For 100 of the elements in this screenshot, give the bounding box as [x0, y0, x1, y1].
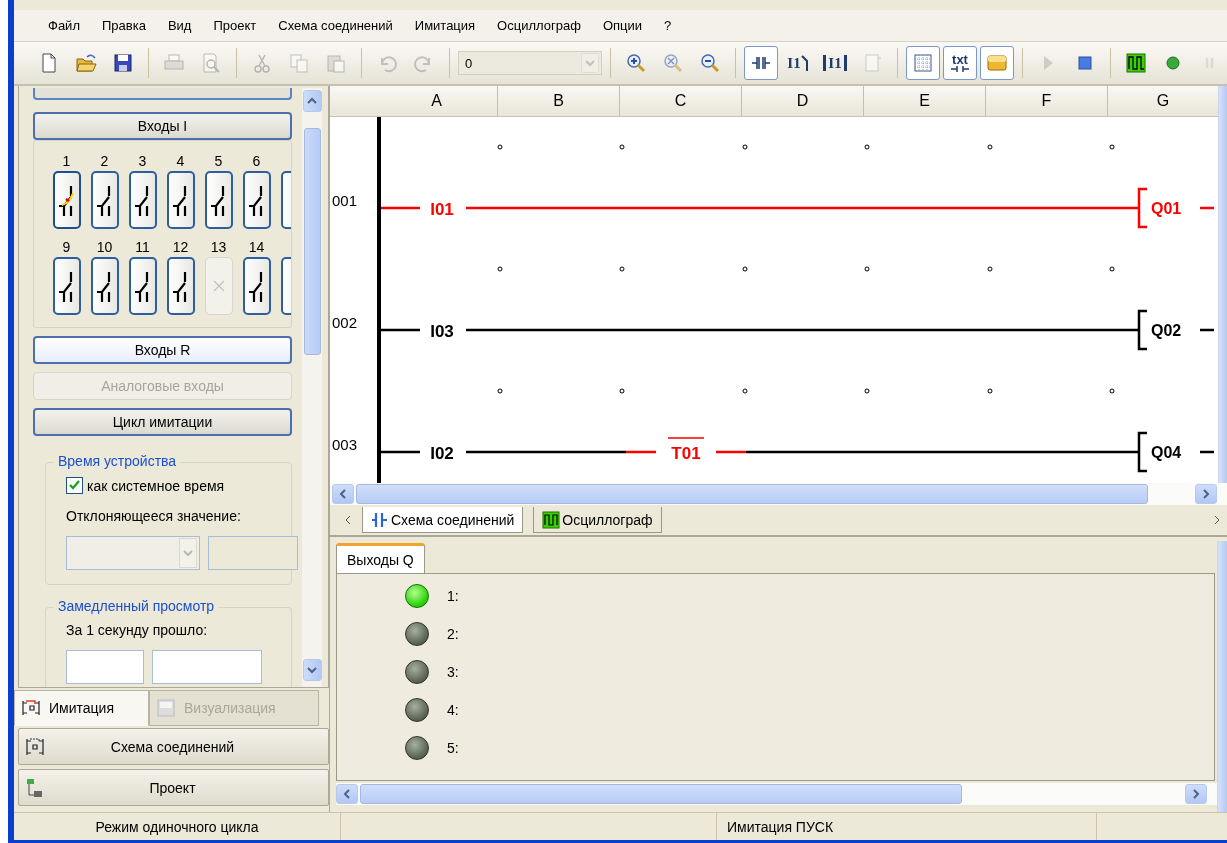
sheet-tab[interactable]: Осциллограф [533, 507, 662, 533]
unused-input-slot[interactable] [204, 257, 233, 315]
scrollbar-thumb[interactable] [303, 128, 321, 355]
input-switch[interactable] [90, 257, 119, 315]
input-field[interactable] [152, 650, 262, 684]
input-field[interactable] [66, 650, 144, 684]
contact-tool-button[interactable]: I1 [818, 46, 852, 80]
scrollbar-thumb[interactable] [360, 784, 962, 804]
negated-contact-label[interactable]: T01 [667, 437, 705, 463]
tab[interactable]: Имитация [14, 690, 149, 726]
scroll-right-button[interactable] [1195, 484, 1217, 504]
navigation-button[interactable]: Схема соединений [18, 728, 329, 765]
caret-icon [1202, 489, 1210, 499]
row-number: 003 [332, 436, 358, 453]
dropdown-field[interactable] [66, 536, 200, 570]
scroll-left-button[interactable] [336, 784, 358, 804]
contact-label[interactable]: I03 [430, 322, 454, 341]
grid-dot [987, 388, 993, 394]
text-toggle-button[interactable]: txt [943, 46, 977, 80]
tab-scroll-right-icon[interactable] [1213, 515, 1221, 525]
checkbox[interactable] [66, 477, 83, 494]
grid-dot [497, 266, 503, 272]
contact-tool-button[interactable]: I1 [781, 46, 815, 80]
input-number: 6 [252, 153, 261, 171]
input-switch[interactable] [52, 171, 81, 229]
section-button[interactable]: Входы R [33, 336, 292, 364]
menu-item[interactable]: Опции [592, 18, 654, 33]
caret-icon [339, 489, 347, 499]
input-number: 5 [214, 153, 223, 171]
coil-label[interactable]: Q04 [1151, 444, 1182, 461]
column-header: A [376, 86, 498, 116]
scroll-right-button[interactable] [1185, 784, 1207, 804]
horizontal-scrollbar[interactable] [330, 483, 1227, 505]
input-switch[interactable] [242, 257, 271, 315]
tab-scroll-left-icon[interactable] [344, 515, 352, 525]
contact-tool-button[interactable] [744, 46, 778, 80]
input-switch[interactable] [128, 171, 157, 229]
menu-item[interactable]: Файл [38, 18, 92, 33]
horizontal-scrollbar[interactable] [336, 783, 1217, 805]
contact-icon [951, 66, 969, 72]
input-switch[interactable] [204, 171, 233, 229]
section-button[interactable]: Входы I [33, 112, 292, 140]
input-switch[interactable] [166, 257, 195, 315]
section-button[interactable] [33, 88, 292, 100]
grid-dot [619, 388, 625, 394]
field-label: Отклоняющееся значение: [66, 508, 242, 524]
vertical-scrollbar[interactable] [1217, 541, 1227, 812]
input-number: 2 [100, 153, 109, 171]
color-toggle-button[interactable] [980, 46, 1014, 80]
section-button[interactable]: Цикл имитации [33, 408, 292, 436]
scrollbar-thumb[interactable] [356, 484, 1148, 504]
column-header: C [620, 86, 742, 116]
grid-toggle-button[interactable] [906, 46, 940, 80]
input-number: 9 [62, 239, 71, 257]
scroll-up-button[interactable] [302, 90, 322, 112]
input-field[interactable] [208, 536, 298, 570]
group-legend: Время устройства [54, 453, 181, 469]
scroll-down-button[interactable] [302, 659, 322, 681]
input-number: 1 [62, 153, 71, 171]
input-switch[interactable] [166, 171, 195, 229]
menu-item[interactable]: Вид [157, 18, 204, 33]
wire [1200, 450, 1214, 454]
tab[interactable]: Выходы Q [336, 543, 425, 573]
column-header: E [864, 86, 986, 116]
scroll-left-button[interactable] [332, 484, 354, 504]
input-switch[interactable] [128, 257, 157, 315]
vertical-scrollbar[interactable] [1218, 86, 1227, 483]
status-text: Имитация ПУСК [717, 813, 1097, 840]
save-icon [112, 52, 134, 74]
menu-item[interactable]: Правка [91, 18, 158, 33]
project-tree-icon [25, 776, 45, 799]
input-switch[interactable] [52, 257, 81, 315]
display-icon [156, 698, 176, 718]
contact-label[interactable]: I02 [430, 444, 454, 463]
menu-item[interactable]: ? [654, 18, 684, 33]
navigation-button[interactable]: Проект [18, 769, 329, 806]
output-label: 3: [447, 664, 459, 680]
caret-icon [307, 666, 317, 674]
grid-dot [864, 144, 870, 150]
contact-label[interactable]: I01 [430, 200, 454, 219]
grid-dot [619, 144, 625, 150]
menu-item[interactable]: Имитация [404, 18, 488, 33]
check-icon [68, 479, 81, 492]
checkbox-label: как системное время [87, 477, 225, 494]
vertical-scrollbar[interactable] [302, 88, 322, 687]
diagonal-contact-icon [800, 54, 809, 72]
coil-label[interactable]: Q02 [1151, 322, 1182, 339]
menu-item[interactable]: Проект [203, 18, 269, 33]
grid-dot [1109, 388, 1115, 394]
caret-icon [307, 97, 317, 105]
menu-item[interactable]: Осциллограф [487, 18, 593, 33]
menu-item[interactable]: Схема соединений [268, 18, 405, 33]
input-switch[interactable] [242, 171, 271, 229]
coil-label[interactable]: Q01 [1151, 200, 1182, 217]
sheet-tab[interactable]: Схема соединений [362, 507, 524, 533]
contact-icon [371, 510, 389, 529]
column-header: D [742, 86, 864, 116]
grid-dot [742, 144, 748, 150]
input-number: 14 [248, 239, 265, 257]
input-switch[interactable] [90, 171, 119, 229]
